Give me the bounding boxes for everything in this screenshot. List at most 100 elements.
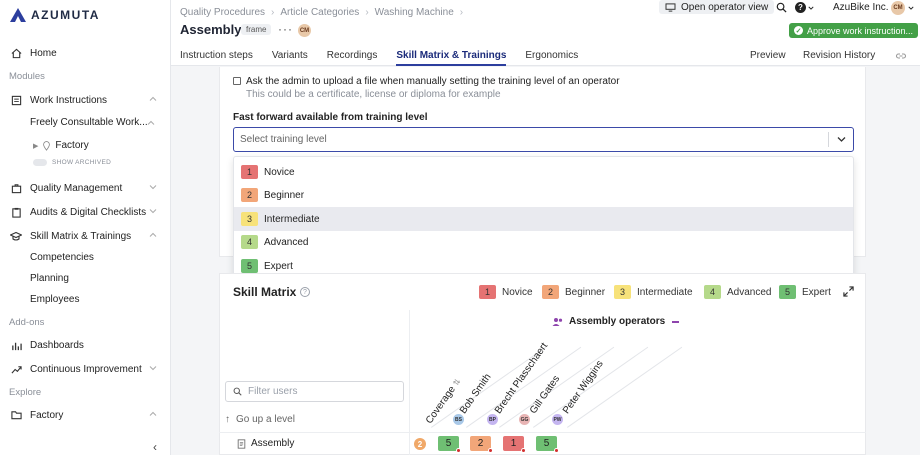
tree-item-factory[interactable]: ▶ Factory [33, 140, 89, 151]
legend-label: Advanced [727, 286, 772, 298]
tab-ergonomics[interactable]: Ergonomics [525, 50, 578, 66]
skill-level: 1 [510, 438, 517, 449]
dropdown-option-novice[interactable]: 1 Novice [234, 160, 853, 184]
breadcrumb-item[interactable]: Washing Machine [375, 7, 454, 18]
level-badge: 2 [241, 188, 258, 202]
row-label-assembly[interactable]: Assembly [237, 438, 294, 449]
briefcase-icon [10, 182, 22, 194]
breadcrumb-item[interactable]: Quality Procedures [180, 7, 265, 18]
sidebar-item-factory[interactable]: Factory [0, 405, 171, 425]
level-badge: 1 [241, 165, 258, 179]
upload-file-checkbox[interactable] [233, 77, 241, 85]
sidebar-item-planning[interactable]: Planning [30, 273, 69, 284]
chevron-down-icon[interactable] [149, 364, 157, 372]
skill-cell-bob-smith[interactable]: 5 [438, 436, 461, 453]
skill-cell-peter-wiggins[interactable]: 5 [536, 436, 559, 453]
open-operator-view-label: Open operator view [681, 1, 769, 13]
dropdown-option-beginner[interactable]: 2 Beginner [234, 183, 853, 207]
legend-label: Intermediate [637, 286, 693, 298]
skill-matrix-card [219, 273, 866, 455]
go-up-level-button[interactable]: ↑ Go up a level [225, 414, 295, 425]
book-icon [10, 94, 22, 106]
skill-cell-gill-gates[interactable]: 1 [503, 436, 526, 453]
chevron-up-icon[interactable] [149, 95, 157, 103]
link-icon[interactable] [895, 51, 907, 61]
approve-label: Approve work instruction... [807, 25, 914, 36]
help-menu[interactable]: ? [795, 2, 814, 13]
arrow-up-icon: ↑ [225, 414, 230, 425]
section-label-explore: Explore [9, 387, 42, 398]
breadcrumb-separator: › [459, 7, 464, 18]
filter-users-input[interactable]: Filter users [225, 381, 404, 402]
chevron-down-icon[interactable] [149, 183, 157, 191]
level-badge: 3 [241, 212, 258, 226]
check-circle-icon: ✓ [794, 26, 803, 35]
skill-cell-brecht-plasschaert[interactable]: 2 [470, 436, 493, 453]
info-icon[interactable]: ? [300, 287, 310, 297]
avatar[interactable]: GG [519, 414, 530, 425]
search-icon[interactable] [776, 2, 787, 13]
chevron-down-icon[interactable] [837, 135, 846, 143]
expand-icon[interactable] [843, 286, 854, 297]
sidebar-item-audits[interactable]: Audits & Digital Checklists [0, 202, 171, 222]
sidebar-item-continuous-improvement[interactable]: Continuous Improvement [0, 359, 171, 379]
training-level-select[interactable]: Select training level [233, 127, 854, 152]
chevron-up-icon[interactable] [149, 231, 157, 239]
avatar[interactable]: BS [453, 414, 464, 425]
sidebar-item-home[interactable]: Home [0, 43, 171, 63]
sidebar-item-label: Work Instructions [30, 94, 108, 106]
legend-item-novice: 1 Novice [479, 285, 533, 299]
upload-file-label: Ask the admin to upload a file when manu… [246, 76, 620, 87]
sidebar-item-competencies[interactable]: Competencies [30, 252, 94, 263]
dropdown-option-intermediate[interactable]: 3 Intermediate [234, 207, 853, 231]
chevron-up-icon[interactable] [149, 410, 157, 418]
collapse-sidebar-icon[interactable]: ‹ [153, 440, 157, 454]
chevron-up-icon[interactable] [147, 119, 155, 127]
chevron-down-icon[interactable] [908, 5, 914, 11]
option-label: Beginner [264, 189, 305, 201]
coverage-badge: 2 [414, 438, 426, 450]
sidebar-item-label: Quality Management [30, 182, 123, 194]
more-options-icon[interactable]: ··· [278, 22, 293, 36]
sidebar-item-dashboards[interactable]: Dashboards [0, 335, 171, 355]
tab-preview[interactable]: Preview [750, 50, 786, 61]
toggle-switch[interactable] [33, 159, 47, 166]
level-badge: 1 [479, 285, 496, 299]
tab-skill-matrix-trainings[interactable]: Skill Matrix & Trainings [396, 50, 507, 66]
sidebar-item-label: Audits & Digital Checklists [30, 206, 147, 218]
row-label-text: Assembly [251, 438, 295, 449]
home-icon [10, 47, 22, 59]
sidebar-item-work-instructions[interactable]: Work Instructions [0, 90, 171, 110]
sidebar-item-freely-consultable[interactable]: Freely Consultable Work... [30, 117, 148, 128]
chevron-down-icon[interactable] [149, 207, 157, 215]
document-icon [237, 438, 246, 449]
sidebar-item-quality-management[interactable]: Quality Management [0, 178, 171, 198]
sidebar-item-label: Continuous Improvement [30, 363, 142, 375]
dropdown-option-advanced[interactable]: 4 Advanced [234, 230, 853, 254]
avatar[interactable]: CM [298, 24, 311, 37]
search-icon [233, 387, 242, 396]
level-badge: 5 [241, 259, 258, 273]
level-badge: 4 [241, 235, 258, 249]
tab-recordings[interactable]: Recordings [327, 50, 378, 66]
organization-name[interactable]: AzuBike Inc. [833, 2, 889, 13]
tab-instruction-steps[interactable]: Instruction steps [180, 50, 253, 66]
sidebar-item-skill-matrix[interactable]: Skill Matrix & Trainings [0, 226, 171, 246]
group-label: Assembly operators [569, 316, 666, 327]
avatar[interactable]: PW [552, 414, 563, 425]
collapse-group-icon[interactable] [672, 320, 680, 323]
brand-logo[interactable]: AZUMUTA [10, 8, 100, 22]
breadcrumb-item[interactable]: Article Categories [280, 7, 359, 18]
caret-right-icon[interactable]: ▶ [33, 142, 38, 150]
tab-variants[interactable]: Variants [272, 50, 308, 66]
sidebar-item-label: Skill Matrix & Trainings [30, 230, 132, 242]
sidebar-item-employees[interactable]: Employees [30, 294, 79, 305]
show-archived-toggle[interactable]: SHOW ARCHIVED [33, 159, 111, 166]
tab-revision-history[interactable]: Revision History [803, 50, 875, 61]
breadcrumb-separator: › [271, 7, 275, 18]
group-header[interactable]: Assembly operators [552, 316, 680, 327]
user-avatar[interactable]: CM [891, 1, 905, 15]
avatar[interactable]: BP [487, 414, 498, 425]
open-operator-view-button[interactable]: Open operator view [659, 0, 775, 14]
approve-work-instruction-button[interactable]: ✓ Approve work instruction... [789, 23, 919, 38]
